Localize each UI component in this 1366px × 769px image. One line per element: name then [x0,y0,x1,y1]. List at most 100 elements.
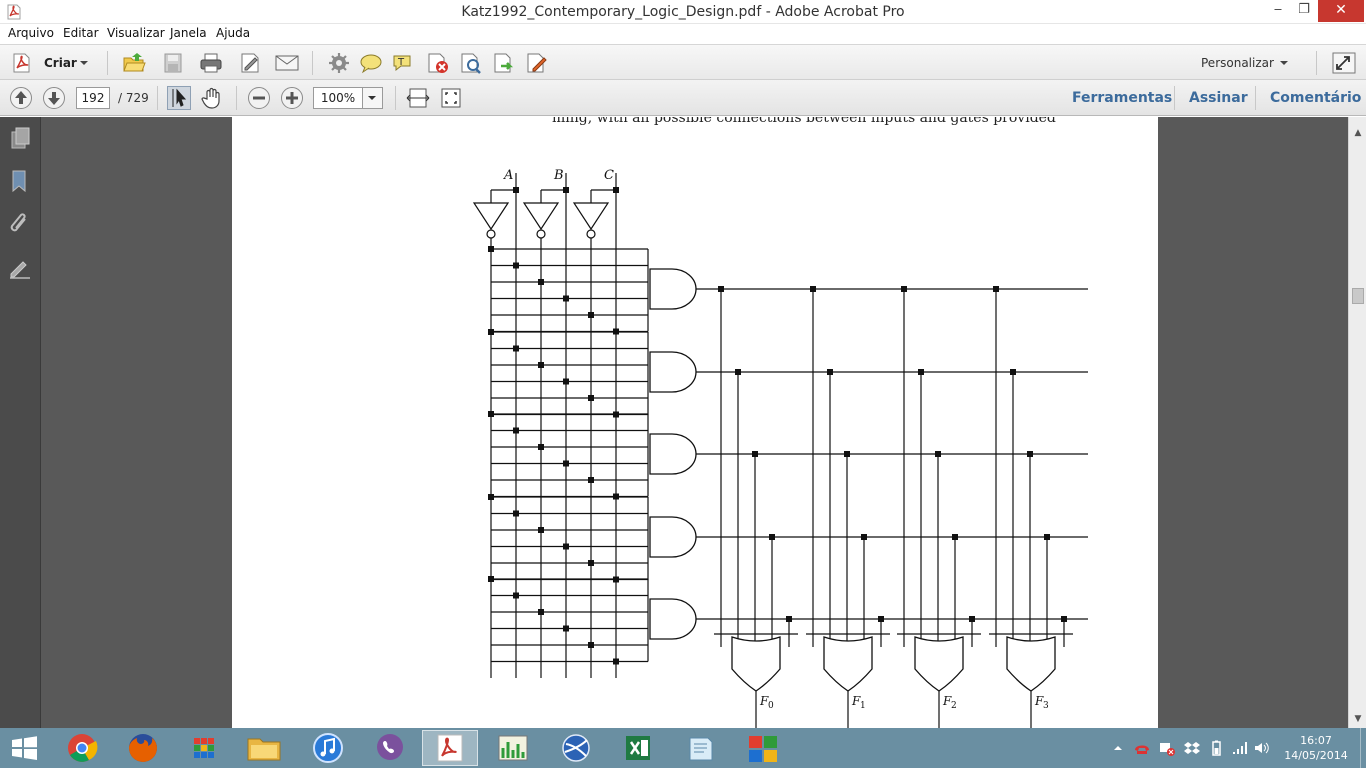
scroll-down-arrow-icon[interactable]: ▼ [1349,711,1366,727]
itunes-icon [313,733,343,763]
vertical-scrollbar[interactable]: ▲ ▼ [1348,117,1366,728]
phone-tray-icon[interactable] [1133,740,1151,756]
battery-tray-icon[interactable] [1208,740,1224,756]
connection-dot [588,477,594,483]
signature-icon[interactable] [8,256,32,280]
assinar-link[interactable]: Assinar [1189,90,1248,106]
comentario-link[interactable]: Comentário [1270,90,1361,106]
bookmark-icon[interactable] [8,169,32,193]
show-desktop-button[interactable] [1360,728,1366,768]
criar-button[interactable]: Criar [44,56,77,70]
connection-dot [1010,369,1016,375]
menu-arquivo[interactable]: Arquivo [8,26,54,40]
input-label: A [503,168,513,183]
menu-ajuda[interactable]: Ajuda [216,26,250,40]
network-app-icon [562,734,590,762]
clock-date: 14/05/2014 [1284,749,1348,762]
taskbar-itunes[interactable] [300,730,356,766]
system-clock[interactable]: 16:07 14/05/2014 [1282,733,1350,763]
fit-page-icon[interactable] [439,86,463,110]
volume-tray-icon[interactable] [1254,740,1270,756]
next-page-icon[interactable] [42,86,66,110]
personalizar-button[interactable]: Personalizar [1201,56,1274,70]
windows-colors-icon [749,736,777,762]
dropbox-tray-icon[interactable] [1184,740,1200,756]
taskbar-apps[interactable] [176,730,232,766]
firefox-icon [129,734,157,762]
start-button-icon[interactable] [0,728,48,768]
hand-tool-icon[interactable] [200,86,224,110]
connection-dot [861,534,867,540]
settings-icon[interactable] [327,52,351,74]
taskbar-acrobat[interactable] [422,730,478,766]
email-icon[interactable] [275,52,299,74]
attachment-icon[interactable] [8,213,32,237]
export-icon[interactable] [492,52,516,74]
toolbar-divider [1174,86,1175,110]
connection-dot [513,592,519,599]
output-label-subscript: 3 [1043,701,1049,711]
connection-dot [769,534,775,540]
zoom-dropdown[interactable] [363,87,383,109]
minimize-button[interactable]: ‒ [1264,0,1292,22]
highlight-icon[interactable]: T [392,52,416,74]
close-button[interactable]: ✕ [1318,0,1364,22]
open-icon[interactable] [122,52,146,74]
zoom-level-input[interactable]: 100% [313,87,363,109]
connection-dot [918,369,924,375]
connection-dot [844,451,850,457]
menu-janela[interactable]: Janela [170,26,207,40]
connection-dot [513,262,519,269]
taskbar-windows-colors[interactable] [735,730,791,766]
delete-page-icon[interactable] [426,52,450,74]
comment-icon[interactable] [359,52,383,74]
toolbar-divider [1255,86,1256,110]
connection-dot [735,369,741,375]
taskbar-chrome[interactable] [54,730,110,766]
taskbar-viber[interactable] [362,730,418,766]
fullscreen-icon[interactable] [1332,52,1356,74]
search-document-icon[interactable] [459,52,483,74]
acrobat-icon [437,734,463,762]
signal-tray-icon[interactable] [1231,740,1247,756]
pages-icon[interactable] [8,126,32,150]
zoom-in-icon[interactable] [280,86,304,110]
connection-dot [613,658,619,665]
show-hidden-icons-icon[interactable] [1112,740,1124,756]
taskbar-excel[interactable] [610,730,666,766]
fit-width-icon[interactable] [406,86,430,110]
zoom-out-icon[interactable] [247,86,271,110]
scroll-thumb[interactable] [1352,288,1364,304]
taskbar-notepad[interactable] [672,730,728,766]
connection-dot [588,560,594,566]
previous-page-icon[interactable] [9,86,33,110]
save-icon[interactable] [161,52,185,74]
ferramentas-link[interactable]: Ferramentas [1072,90,1172,106]
and-gate [649,433,697,475]
taskbar-equalizer[interactable] [485,730,541,766]
select-tool-icon[interactable] [167,86,191,110]
taskbar-firefox[interactable] [115,730,171,766]
page-number-input[interactable]: 192 [76,87,110,109]
toolbar-divider [1316,51,1317,75]
criar-icon[interactable] [10,52,34,74]
taskbar-explorer[interactable] [236,730,292,766]
taskbar-network[interactable] [548,730,604,766]
chevron-down-icon[interactable] [78,52,90,74]
toolbar-divider [107,51,108,75]
menu-visualizar[interactable]: Visualizar [107,26,165,40]
sign-document-icon[interactable] [238,52,262,74]
menu-editar[interactable]: Editar [63,26,99,40]
document-viewport[interactable]: ming, with all possible connections betw… [41,117,1348,728]
output-label-subscript: 2 [951,701,957,711]
print-icon[interactable] [199,52,223,74]
clock-time: 16:07 [1300,734,1332,747]
chevron-down-icon[interactable] [1278,52,1290,74]
file-explorer-icon [247,738,281,761]
edit-document-icon[interactable] [525,52,549,74]
or-gate [1006,636,1056,692]
connection-dot [901,286,907,292]
network-error-tray-icon[interactable] [1159,740,1175,756]
scroll-up-arrow-icon[interactable]: ▲ [1349,125,1366,141]
restore-button[interactable]: ❐ [1290,0,1318,22]
